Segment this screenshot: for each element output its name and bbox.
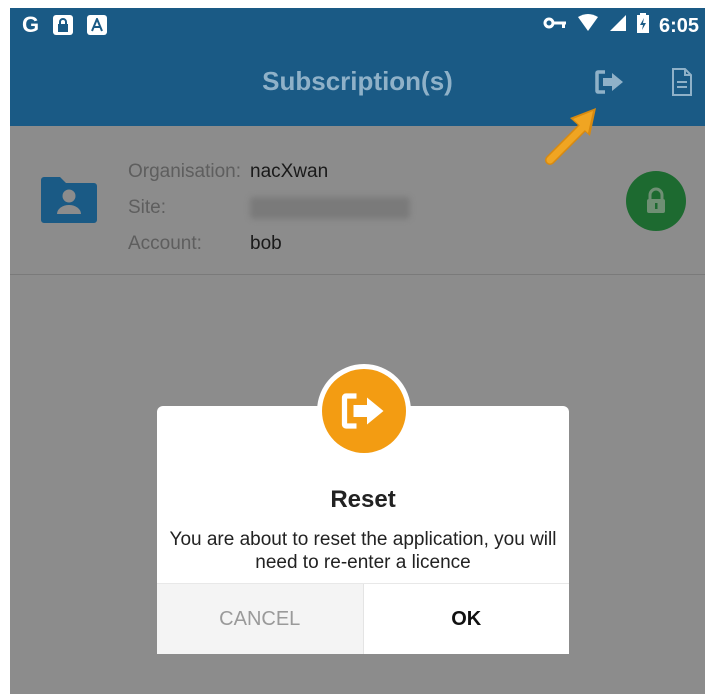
cell-signal-icon xyxy=(609,14,627,37)
lock-notification-icon xyxy=(53,15,74,35)
dialog-button-row: CANCEL OK xyxy=(157,583,569,654)
site-row: Site: xyxy=(128,190,410,226)
wifi-icon xyxy=(577,14,599,37)
ok-button[interactable]: OK xyxy=(362,584,569,654)
account-label: Account: xyxy=(128,233,202,254)
organisation-value: nacXwan xyxy=(250,161,329,182)
status-left-icons: G xyxy=(22,12,108,37)
organisation-row: Organisation: nacXwan xyxy=(128,154,410,190)
vpn-key-icon xyxy=(543,16,567,35)
dialog-message: You are about to reset the application, … xyxy=(169,529,557,573)
site-value-redacted xyxy=(250,197,410,219)
cancel-button[interactable]: CANCEL xyxy=(157,584,363,654)
subscription-info: Organisation: nacXwan Site: Account: bob xyxy=(128,154,410,262)
battery-icon xyxy=(636,13,649,38)
lock-icon[interactable] xyxy=(626,171,686,231)
site-label: Site: xyxy=(128,197,167,218)
document-icon[interactable] xyxy=(664,64,700,100)
contact-folder-icon xyxy=(38,174,100,231)
status-bar: G 6:05 xyxy=(10,8,705,42)
dialog-badge xyxy=(317,364,411,458)
pointer-arrow-icon xyxy=(544,100,610,171)
organisation-label: Organisation: xyxy=(128,161,242,182)
account-value: bob xyxy=(250,233,282,254)
reset-logout-icon xyxy=(322,369,406,453)
phone-screen: G 6:05 Subscription(s) Organisation: nac… xyxy=(10,8,705,694)
g-logo-icon: G xyxy=(22,12,40,37)
status-time: 6:05 xyxy=(658,14,699,37)
font-notification-icon xyxy=(87,15,108,35)
logout-icon[interactable] xyxy=(592,64,628,100)
status-right-icons: 6:05 xyxy=(543,13,699,38)
account-row: Account: bob xyxy=(128,226,410,262)
dialog-title: Reset xyxy=(330,486,396,513)
